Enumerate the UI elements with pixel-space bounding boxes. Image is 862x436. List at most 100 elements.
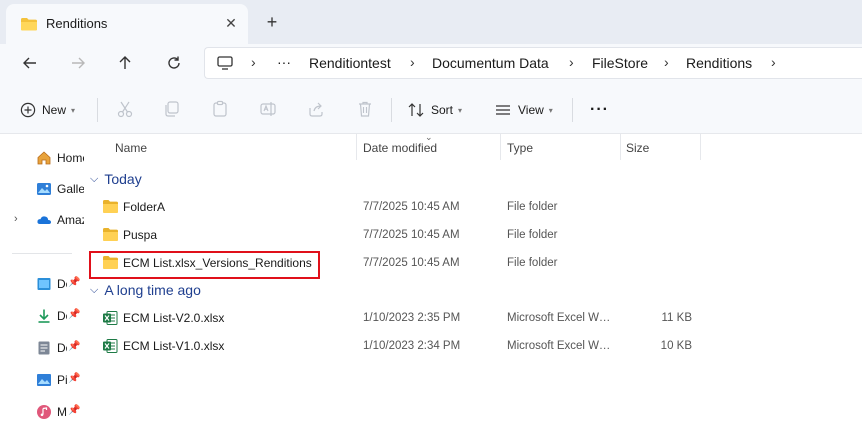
paste-icon[interactable] [211, 100, 231, 120]
chevron-down-icon: ⌵ [90, 172, 99, 185]
refresh-icon [168, 56, 180, 69]
sort-button[interactable]: Sort ▾ [407, 98, 462, 122]
column-header-size[interactable]: Size [621, 134, 700, 161]
sidebar-item-downloads[interactable]: Downloads 📌 [0, 303, 84, 329]
home-icon [36, 150, 52, 166]
list-item[interactable]: Puspa 7/7/2025 10:45 AM File folder [84, 221, 862, 249]
column-divider[interactable] [700, 134, 701, 160]
file-type: Microsoft Excel Worksheet [507, 312, 611, 324]
music-icon [36, 404, 52, 420]
sidebar-item-pictures[interactable]: Pictures 📌 [0, 367, 84, 393]
breadcrumb-chevron-icon: › [664, 54, 669, 70]
list-item[interactable]: FolderA 7/7/2025 10:45 AM File folder [84, 193, 862, 221]
folder-icon [20, 16, 38, 35]
pin-icon[interactable]: 📌 [68, 373, 80, 384]
arrow-up-icon [119, 56, 131, 69]
cut-icon[interactable] [116, 100, 136, 120]
file-type: Microsoft Excel Worksheet [507, 340, 611, 352]
computer-icon [217, 56, 233, 73]
file-size: 10 KB [660, 340, 692, 352]
breadcrumb-filestore[interactable]: FileStore [592, 55, 648, 71]
column-header-name[interactable]: Name [84, 134, 356, 161]
sidebar-item-amazon[interactable]: › Amazon [0, 207, 84, 233]
up-button[interactable] [113, 52, 137, 74]
new-tab-button[interactable]: + [262, 13, 282, 33]
tab-title: Renditions [46, 16, 108, 31]
file-type: File folder [507, 257, 558, 269]
share-icon[interactable] [307, 100, 327, 120]
sidebar-item-label: Desktop [57, 277, 67, 291]
breadcrumb-chevron-icon[interactable]: › [771, 54, 776, 70]
arrow-left-icon [23, 57, 36, 69]
desktop-icon [36, 276, 52, 292]
highlight-box [89, 251, 320, 279]
list-item[interactable]: ECM List-V1.0.xlsx 1/10/2023 2:34 PM Mic… [84, 332, 862, 360]
more-options-button[interactable]: ··· [590, 98, 609, 122]
navigation-pane: Home Gallery › Amazon Desktop 📌 Download… [0, 134, 84, 436]
group-header-long-time-ago[interactable]: ⌵ A long time ago [90, 279, 201, 301]
new-button[interactable]: New ▾ [20, 98, 75, 122]
file-name: ECM List-V2.0.xlsx [123, 311, 225, 325]
rename-icon[interactable] [259, 100, 279, 120]
column-size-label: Size [626, 141, 650, 155]
sidebar-item-label: Music [57, 405, 67, 419]
group-header-today[interactable]: ⌵ Today [90, 168, 142, 190]
gallery-icon [36, 181, 52, 197]
pin-icon[interactable]: 📌 [68, 277, 80, 288]
folder-icon [102, 227, 118, 243]
close-icon[interactable]: ✕ [222, 14, 240, 32]
sidebar-item-documents[interactable]: Documents 📌 [0, 335, 84, 361]
sort-label: Sort [431, 103, 454, 117]
excel-icon [102, 310, 118, 326]
sidebar-item-music[interactable]: Music 📌 [0, 399, 84, 425]
file-name: ECM List-V1.0.xlsx [123, 339, 225, 353]
cloud-icon [36, 212, 52, 228]
back-button[interactable] [18, 52, 42, 74]
sidebar-item-desktop[interactable]: Desktop 📌 [0, 271, 84, 297]
file-date: 7/7/2025 10:45 AM [363, 257, 460, 269]
document-icon [36, 340, 52, 356]
tab-renditions[interactable]: Renditions ✕ [6, 4, 248, 44]
file-date: 7/7/2025 10:45 AM [363, 229, 460, 241]
pin-icon[interactable]: 📌 [68, 341, 80, 352]
address-bar[interactable]: › ··· Renditiontest › Documentum Data › … [204, 47, 862, 79]
sidebar-item-home[interactable]: Home [0, 145, 84, 171]
breadcrumb-renditions[interactable]: Renditions [686, 55, 752, 71]
forward-button[interactable] [66, 52, 90, 74]
column-header-type[interactable]: Type [501, 134, 620, 161]
arrow-right-icon [72, 57, 85, 69]
file-date: 1/10/2023 2:34 PM [363, 340, 461, 352]
sidebar-item-gallery[interactable]: Gallery [0, 176, 84, 202]
pictures-icon [36, 372, 52, 388]
chevron-down-icon: ▾ [548, 105, 553, 115]
view-label: View [518, 103, 544, 117]
download-icon [36, 308, 52, 324]
list-item[interactable]: ECM List-V2.0.xlsx 1/10/2023 2:35 PM Mic… [84, 304, 862, 332]
chevron-right-icon[interactable]: › [14, 213, 18, 225]
pin-icon[interactable]: 📌 [68, 309, 80, 320]
copy-icon[interactable] [163, 100, 183, 120]
view-button[interactable]: View ▾ [494, 98, 553, 122]
sort-icon [408, 103, 424, 117]
column-name-label: Name [115, 141, 148, 155]
chevron-down-icon: ⌵ [90, 283, 99, 296]
file-type: File folder [507, 229, 558, 241]
pin-icon[interactable]: 📌 [68, 405, 80, 416]
group-title: Today [104, 171, 142, 187]
refresh-button[interactable] [162, 52, 186, 74]
delete-icon[interactable] [356, 100, 376, 120]
plus-circle-icon [20, 102, 36, 118]
chevron-down-icon: ▾ [71, 105, 76, 115]
file-list: Name ⌄ Date modified Type Size ⌵ Today F… [84, 132, 862, 436]
view-list-icon [496, 105, 510, 115]
column-date-label: Date modified [363, 141, 438, 155]
file-type: File folder [507, 201, 558, 213]
column-header-date[interactable]: Date modified [357, 134, 500, 161]
separator [97, 98, 98, 122]
sidebar-item-label: Gallery [57, 182, 84, 196]
excel-icon [102, 338, 118, 354]
navigation-bar: › ··· Renditiontest › Documentum Data › … [0, 44, 862, 84]
breadcrumb-overflow[interactable]: ··· [277, 54, 291, 70]
breadcrumb-renditiontest[interactable]: Renditiontest [309, 55, 391, 71]
breadcrumb-documentum-data[interactable]: Documentum Data [432, 55, 549, 71]
